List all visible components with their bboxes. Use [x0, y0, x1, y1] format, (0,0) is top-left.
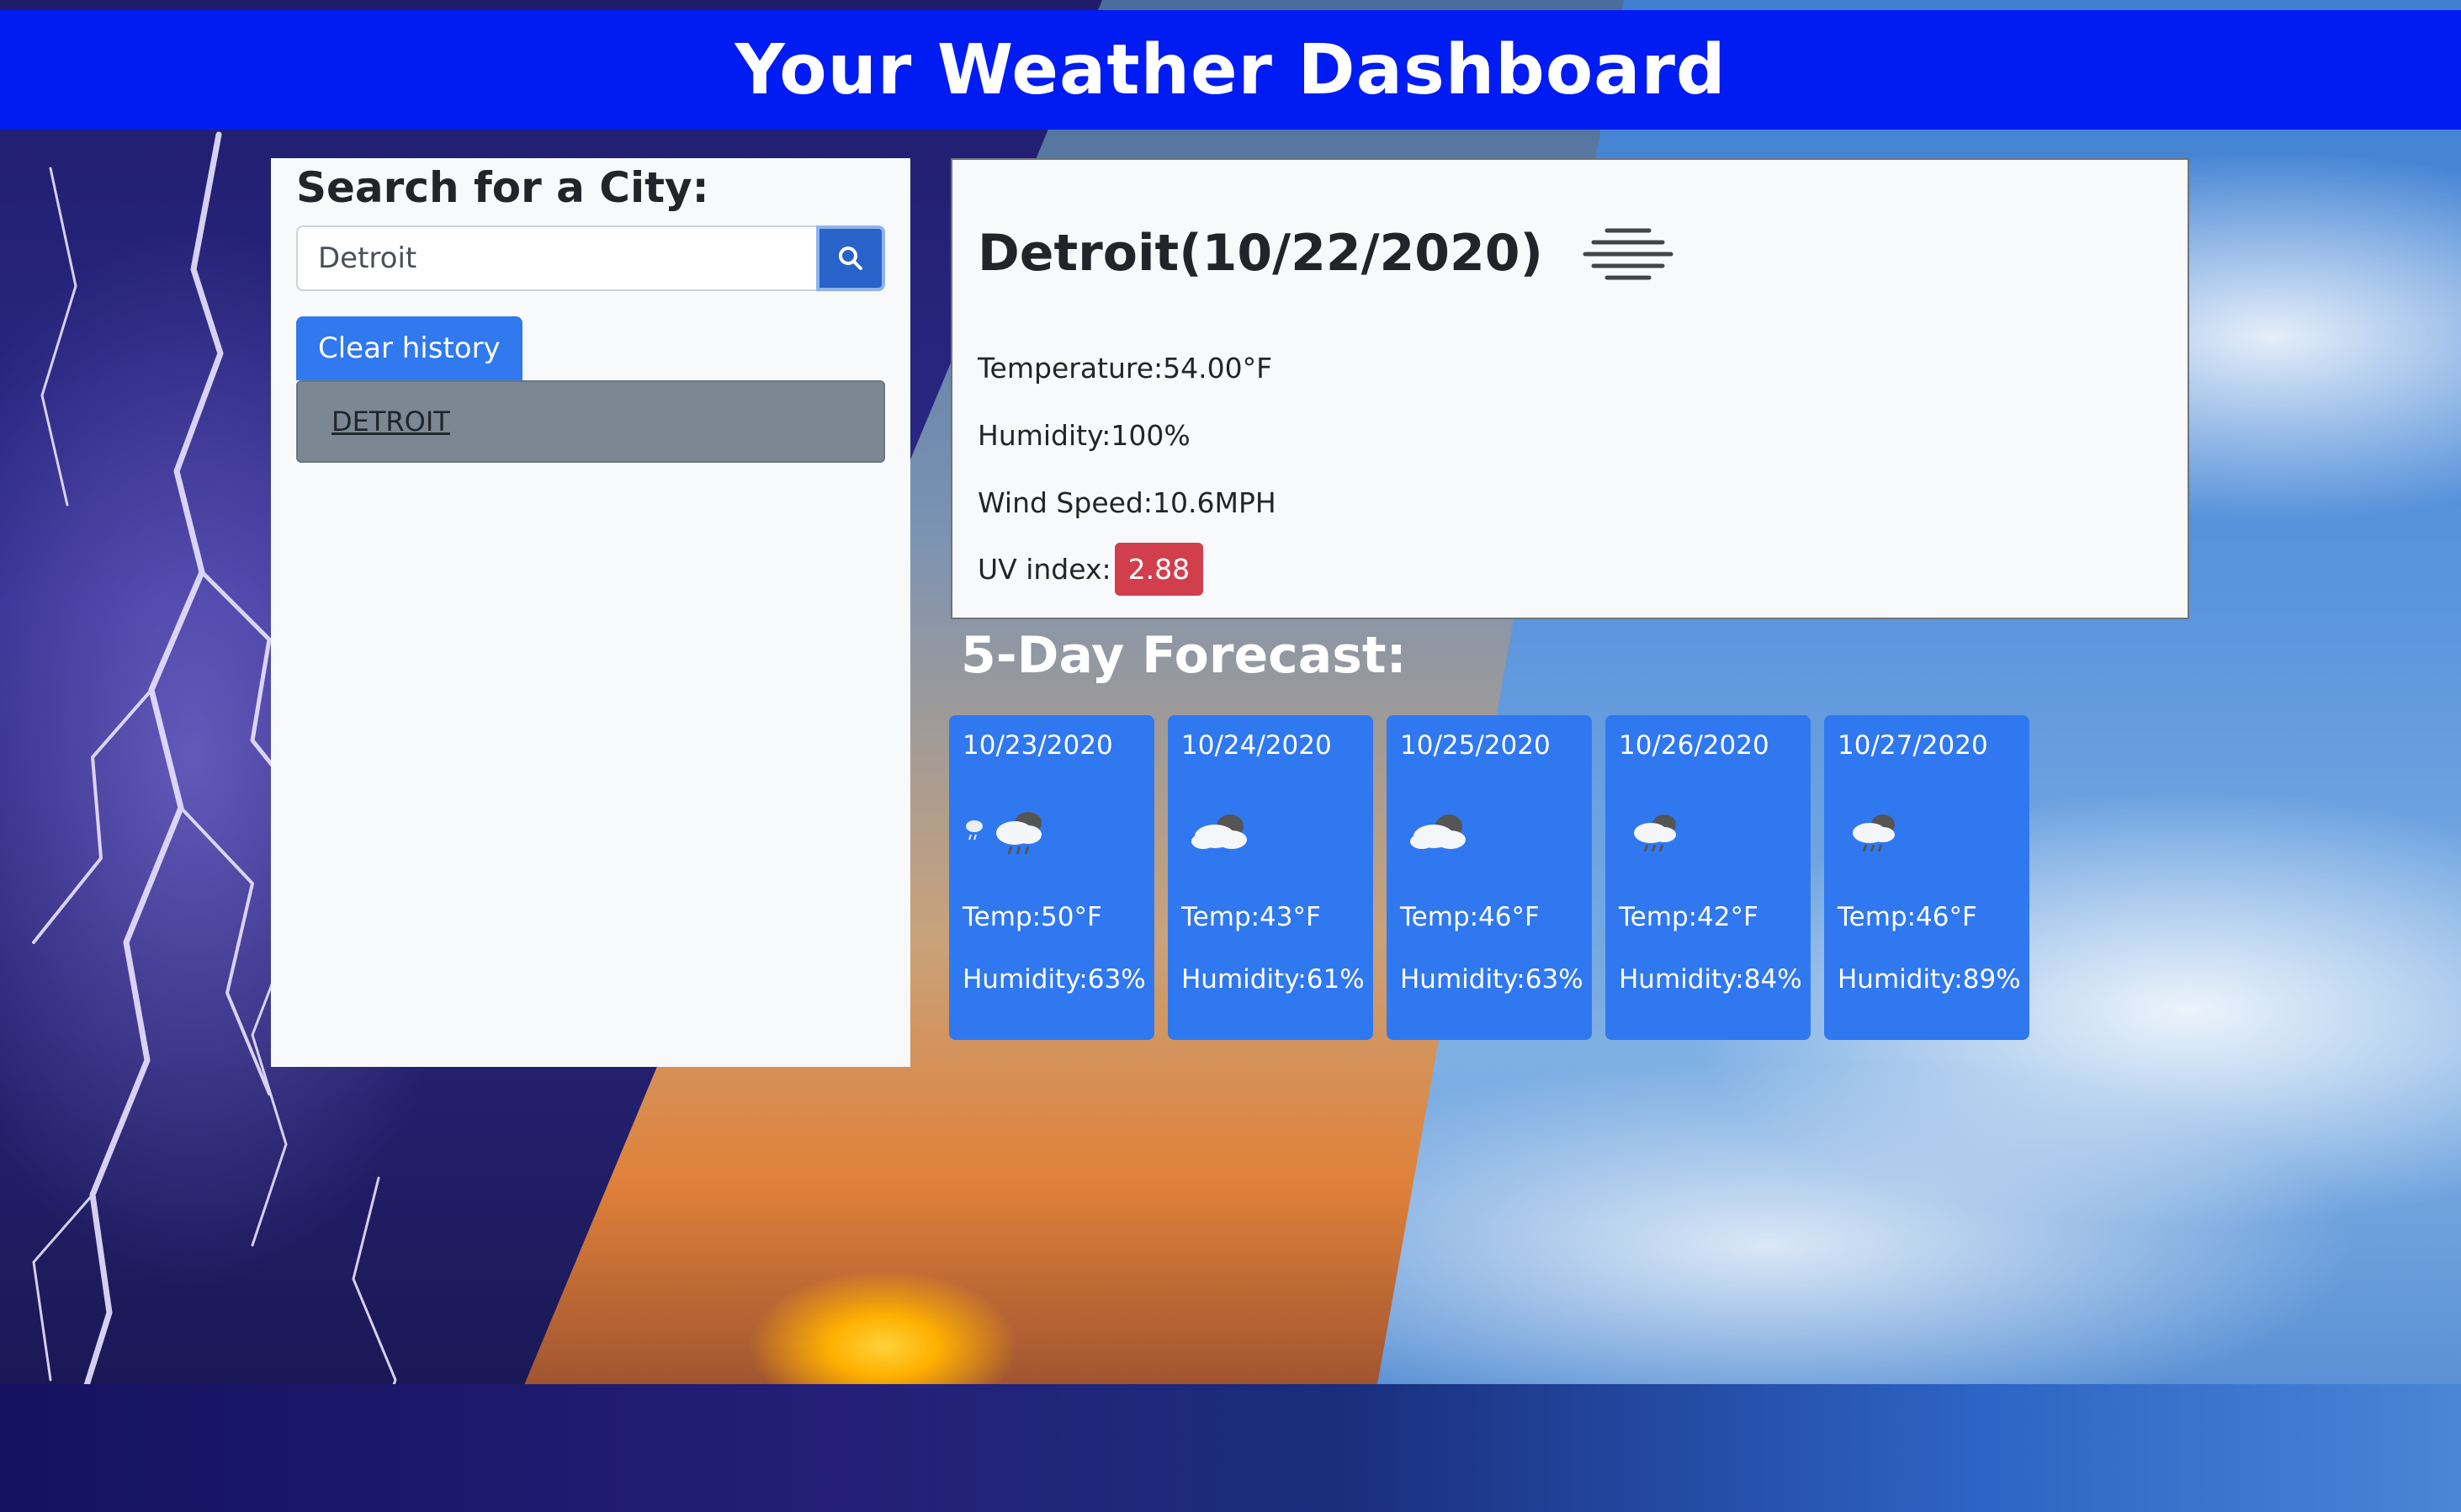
forecast-card: 10/26/2020 Temp:42°F Humidity:84%	[1605, 715, 1811, 1040]
current-weather-card: Detroit(10/22/2020) Temperature:54.00°F …	[951, 158, 2189, 619]
forecast-title: 5-Day Forecast:	[961, 626, 1407, 685]
history-item-detroit[interactable]: DETROIT	[296, 380, 885, 463]
forecast-card: 10/24/2020 Temp:43°F Humidity:61%	[1168, 715, 1373, 1040]
forecast-card: 10/23/2020 Temp:50°F Humidity:63%	[949, 715, 1154, 1040]
history-item-label[interactable]: DETROIT	[331, 406, 450, 438]
temperature-text: Temperature:54.00°F	[978, 352, 1273, 385]
clear-history-button[interactable]: Clear history	[296, 316, 522, 380]
forecast-humidity: Humidity:63%	[963, 964, 1146, 995]
uv-index-row: UV index: 2.88	[978, 543, 1204, 596]
mist-icon	[1583, 228, 1673, 280]
forecast-card: 10/27/2020 Temp:46°F Humidity:89%	[1824, 715, 2029, 1040]
forecast-temp: Temp:50°F	[963, 902, 1102, 932]
forecast-date: 10/23/2020	[963, 730, 1113, 761]
rain-cloud-icon	[1853, 814, 1895, 852]
wind-speed-text: Wind Speed:10.6MPH	[978, 486, 1276, 519]
forecast-humidity: Humidity:63%	[1400, 964, 1583, 995]
rain-cloud-icon	[966, 812, 1042, 855]
forecast-date: 10/27/2020	[1838, 730, 1988, 761]
forecast-card: 10/25/2020 Temp:46°F Humidity:63%	[1387, 715, 1592, 1040]
forecast-temp: Temp:46°F	[1400, 902, 1540, 932]
forecast-humidity: Humidity:61%	[1181, 964, 1365, 995]
search-bar	[296, 225, 885, 291]
city-search-input[interactable]	[296, 225, 817, 291]
forecast-temp: Temp:42°F	[1619, 902, 1758, 932]
search-title: Search for a City:	[296, 163, 709, 212]
forecast-list: 10/23/2020 Temp:50°F Humidity:63% 10/24/…	[949, 715, 2029, 1040]
forecast-date: 10/25/2020	[1400, 730, 1551, 761]
search-icon	[839, 247, 863, 270]
cloudy-icon	[1191, 814, 1247, 849]
page-header: Your Weather Dashboard	[0, 10, 2461, 130]
rain-cloud-icon	[1634, 814, 1676, 852]
background-strip	[0, 1384, 2461, 1512]
forecast-date: 10/24/2020	[1181, 730, 1332, 761]
forecast-humidity: Humidity:84%	[1619, 964, 1802, 995]
city-heading: Detroit(10/22/2020)	[978, 224, 1674, 283]
city-date-title: Detroit(10/22/2020)	[978, 224, 1543, 283]
page-title: Your Weather Dashboard	[735, 29, 1726, 110]
uv-index-label: UV index:	[978, 553, 1111, 586]
humidity-text: Humidity:100%	[978, 419, 1191, 452]
uv-index-badge: 2.88	[1114, 543, 1204, 596]
search-panel: Search for a City: Clear history DETROIT	[271, 158, 910, 1067]
forecast-temp: Temp:43°F	[1181, 902, 1321, 932]
forecast-date: 10/26/2020	[1619, 730, 1769, 761]
cloudy-icon	[1410, 814, 1466, 849]
forecast-humidity: Humidity:89%	[1838, 964, 2021, 995]
forecast-temp: Temp:46°F	[1838, 902, 1977, 932]
search-button[interactable]	[816, 225, 885, 291]
